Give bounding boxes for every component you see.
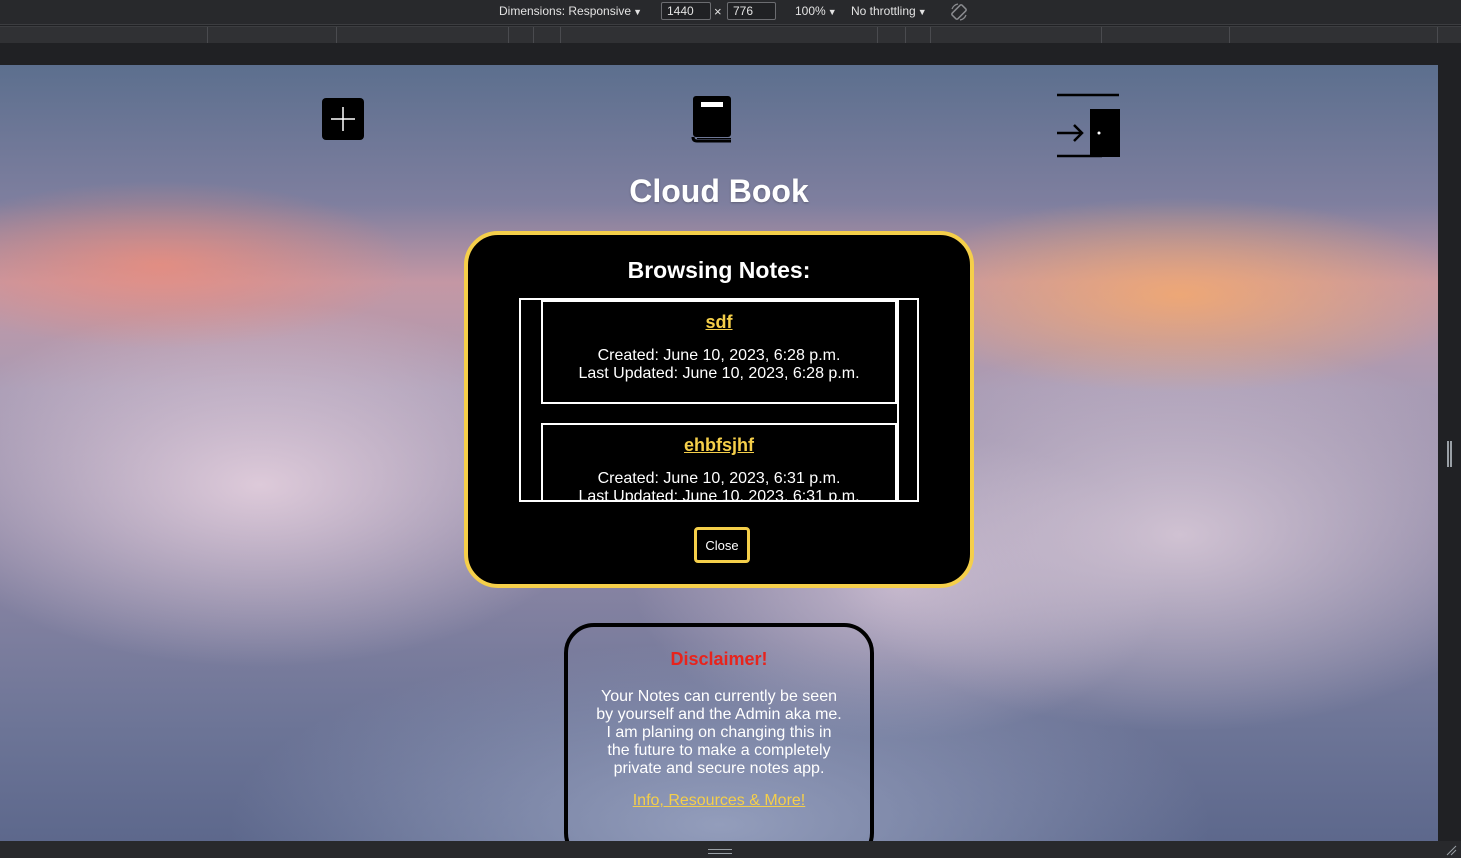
dimensions-label: Dimensions: Responsive bbox=[499, 4, 632, 18]
site-title: Cloud Book bbox=[629, 173, 809, 209]
devtools-device-toolbar: Dimensions: Responsive ▼ 1440 × 776 100% ▼… bbox=[0, 0, 1461, 25]
rotate-icon[interactable] bbox=[949, 2, 969, 22]
note-card: sdf Created: June 10, 2023, 6:28 p.m. La… bbox=[541, 300, 897, 404]
close-button[interactable]: Close bbox=[694, 527, 750, 563]
viewport-resize-handle-bottom[interactable] bbox=[0, 841, 1461, 858]
caret-down-icon: ▼ bbox=[827, 7, 837, 17]
note-created: Created: June 10, 2023, 6:31 p.m. bbox=[597, 470, 841, 487]
note-title-link[interactable]: sdf bbox=[543, 312, 895, 333]
caret-down-icon: ▼ bbox=[633, 7, 642, 17]
disclaimer-title: Disclaimer! bbox=[670, 649, 768, 669]
viewport-height-input[interactable]: 776 bbox=[727, 2, 776, 20]
media-query-ruler[interactable] bbox=[0, 26, 1461, 44]
book-icon[interactable] bbox=[691, 94, 733, 144]
throttling-dropdown[interactable]: No throttling ▼ bbox=[851, 4, 927, 18]
note-created: Created: June 10, 2023, 6:28 p.m. bbox=[597, 347, 841, 364]
note-title-link[interactable]: ehbfsjhf bbox=[543, 435, 895, 456]
info-resources-link[interactable]: Info, Resources & More! bbox=[568, 792, 870, 810]
modal-title: Browsing Notes: bbox=[627, 257, 811, 283]
note-updated: Last Updated: June 10, 2023, 6:31 p.m. bbox=[578, 488, 860, 502]
caret-down-icon: ▼ bbox=[917, 7, 927, 17]
page-viewport: Cloud Book Browsing Notes: sdf Created: … bbox=[0, 65, 1438, 841]
dimensions-dropdown[interactable]: Dimensions: Responsive ▼ bbox=[499, 4, 642, 18]
note-card: ehbfsjhf Created: June 10, 2023, 6:31 p.… bbox=[541, 423, 897, 502]
resize-grip-icon bbox=[1447, 441, 1452, 467]
zoom-label: 100% bbox=[795, 4, 826, 18]
throttling-label: No throttling bbox=[851, 4, 916, 18]
sign-in-door-icon[interactable] bbox=[1054, 93, 1122, 159]
browse-notes-modal: Browsing Notes: sdf Created: June 10, 20… bbox=[464, 231, 974, 588]
times-sign: × bbox=[714, 4, 722, 19]
resize-corner-icon[interactable] bbox=[1445, 844, 1457, 856]
plus-icon bbox=[331, 107, 355, 131]
viewport-width-input[interactable]: 1440 bbox=[661, 2, 711, 20]
resize-grip-icon bbox=[708, 849, 732, 854]
disclaimer-box: Disclaimer! Your Notes can currently be … bbox=[564, 623, 874, 841]
viewport-resize-handle-right[interactable] bbox=[1438, 65, 1461, 841]
disclaimer-text: Your Notes can currently be seen by your… bbox=[596, 688, 842, 777]
scroll-rail bbox=[897, 300, 899, 500]
zoom-dropdown[interactable]: 100% ▼ bbox=[795, 4, 837, 18]
add-note-button[interactable] bbox=[322, 98, 364, 140]
notes-scroll-list[interactable]: sdf Created: June 10, 2023, 6:28 p.m. La… bbox=[519, 298, 919, 502]
note-updated: Last Updated: June 10, 2023, 6:28 p.m. bbox=[578, 365, 860, 382]
toolbar-gap bbox=[0, 43, 1461, 65]
